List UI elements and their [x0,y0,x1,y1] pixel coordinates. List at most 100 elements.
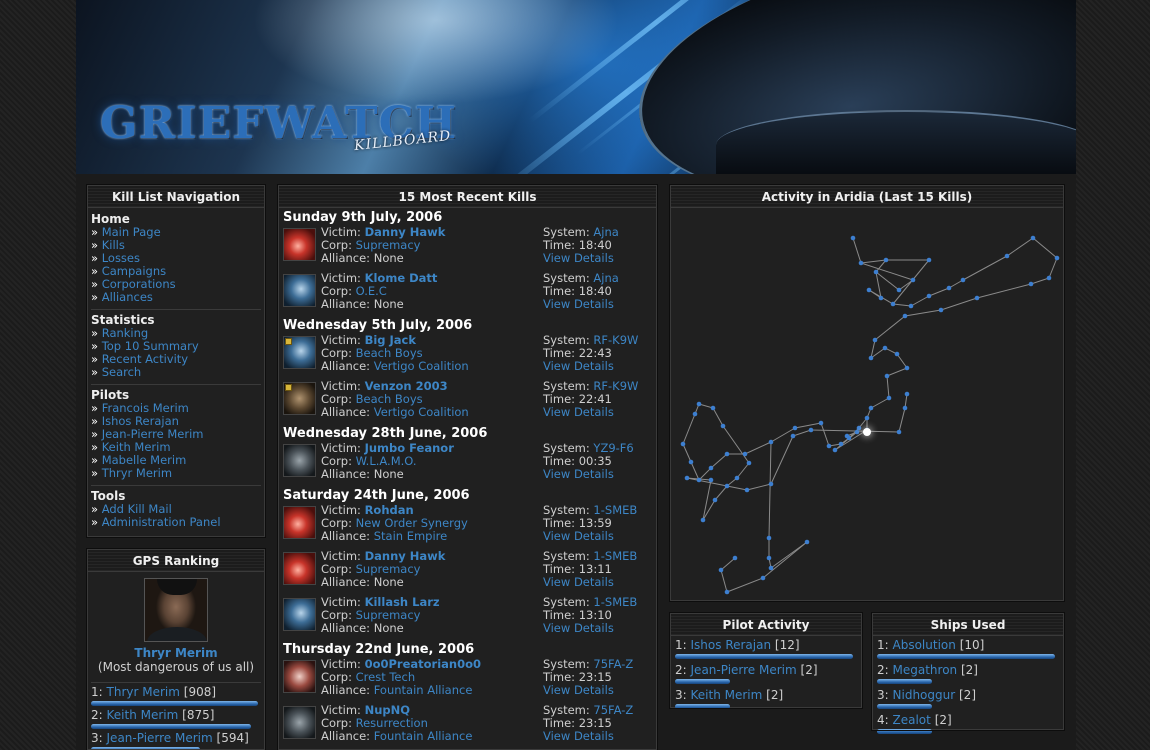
kill-system-info: System: 1-SMEB Time: 13:11 View Details [543,550,637,589]
map-jump-route [720,569,728,593]
victim-link[interactable]: 0o0Preatorian0o0 [365,657,481,671]
system-link[interactable]: 1-SMEB [593,503,637,517]
kill-row: Victim: Danny Hawk Corp: Supremacy Allianc… [283,550,652,596]
nav-link[interactable]: Ranking [102,326,149,340]
victim-link[interactable]: Rohdan [365,503,414,517]
nav-link[interactable]: Alliances [102,290,153,304]
time-label: Time: [543,608,576,622]
system-link[interactable]: Ajna [593,271,618,285]
system-link[interactable]: 1-SMEB [593,549,637,563]
view-details-link[interactable]: View Details [543,467,614,481]
view-details-link[interactable]: View Details [543,359,614,373]
nav-link[interactable]: Campaigns [102,264,166,278]
ship-thumbnail[interactable] [283,336,316,369]
corp-link[interactable]: O.E.C [356,284,387,298]
alliance-value[interactable]: Fountain Alliance [374,729,473,743]
rank-pilot-link[interactable]: Jean-Pierre Merim [107,731,213,745]
victim-link[interactable]: Jumbo Feanor [365,441,454,455]
alliance-value[interactable]: Fountain Alliance [374,683,473,697]
corp-link[interactable]: Resurrection [356,716,428,730]
ship-thumbnail[interactable] [283,274,316,307]
nav-link[interactable]: Mabelle Merim [102,453,187,467]
nav-link[interactable]: Kills [102,238,125,252]
nav-link[interactable]: Francois Merim [102,401,189,415]
system-link[interactable]: RF-K9W [593,333,638,347]
system-link[interactable]: Ajna [593,225,618,239]
victim-link[interactable]: Danny Hawk [365,549,446,563]
rank-pilot-link[interactable]: Thryr Merim [107,685,180,699]
nav-link[interactable]: Jean-Pierre Merim [102,427,204,441]
victim-link[interactable]: Danny Hawk [365,225,446,239]
kill-system-info: System: Ajna Time: 18:40 View Details [543,272,619,311]
row-link[interactable]: Zealot [893,713,931,727]
ship-thumbnail[interactable] [283,706,316,739]
alliance-label: Alliance: [321,359,371,373]
ship-thumbnail[interactable] [283,228,316,261]
view-details-link[interactable]: View Details [543,575,614,589]
map-system-dot [902,405,908,411]
row-link[interactable]: Jean-Pierre Merim [691,663,797,677]
row-position: 3: [877,688,889,702]
nav-link[interactable]: Losses [102,251,140,265]
corp-link[interactable]: Supremacy [356,608,421,622]
ship-thumbnail[interactable] [283,552,316,585]
nav-link[interactable]: Corporations [102,277,176,291]
system-link[interactable]: 75FA-Z [593,703,633,717]
map-system-dot [868,355,874,361]
map-system-dot [974,295,980,301]
row-link[interactable]: Nidhoggur [893,688,956,702]
ship-thumbnail[interactable] [283,506,316,539]
details-line: View Details [543,360,638,373]
view-details-link[interactable]: View Details [543,297,614,311]
ship-thumbnail[interactable] [283,444,316,477]
corp-link[interactable]: Supremacy [356,238,421,252]
ship-thumbnail[interactable] [283,598,316,631]
row-link[interactable]: Megathron [893,663,958,677]
nav-link[interactable]: Main Page [102,225,161,239]
row-link[interactable]: Keith Merim [691,688,763,702]
nav-link[interactable]: Add Kill Mail [102,502,172,516]
nav-link[interactable]: Administration Panel [102,515,221,529]
view-details-link[interactable]: View Details [543,251,614,265]
system-link[interactable]: 1-SMEB [593,595,637,609]
nav-link[interactable]: Top 10 Summary [102,339,199,353]
activity-map[interactable] [671,208,1063,600]
system-link[interactable]: 75FA-Z [593,657,633,671]
nav-link[interactable]: Thryr Merim [102,466,172,480]
view-details-link[interactable]: View Details [543,683,614,697]
system-link[interactable]: YZ9-F6 [593,441,633,455]
view-details-link[interactable]: View Details [543,621,614,635]
kill-victim-info: Victim: Jumbo Feanor Corp: W.L.A.M.O. Alli… [321,442,454,481]
ship-thumbnail[interactable] [283,660,316,693]
corp-link[interactable]: New Order Synergy [356,516,468,530]
corp-link[interactable]: Supremacy [356,562,421,576]
victim-link[interactable]: Venzon 2003 [365,379,448,393]
nav-link[interactable]: Keith Merim [102,440,171,454]
system-link[interactable]: RF-K9W [593,379,638,393]
map-system-dot [696,477,702,483]
victim-link[interactable]: Killash Larz [365,595,440,609]
nav-link[interactable]: Ishos Rerajan [102,414,179,428]
victim-link[interactable]: Klome Datt [365,271,438,285]
row-link[interactable]: Ishos Rerajan [691,638,772,652]
corp-link[interactable]: Beach Boys [356,346,423,360]
corp-link[interactable]: Crest Tech [356,670,416,684]
top-pilot-name[interactable]: Thryr Merim [88,646,264,660]
alliance-value[interactable]: Vertigo Coalition [374,405,469,419]
view-details-link[interactable]: View Details [543,729,614,743]
corp-link[interactable]: W.L.A.M.O. [356,454,417,468]
alliance-value[interactable]: Stain Empire [374,529,448,543]
view-details-link[interactable]: View Details [543,529,614,543]
row-link[interactable]: Absolution [893,638,956,652]
alliance-value[interactable]: Vertigo Coalition [374,359,469,373]
victim-link[interactable]: NupNQ [365,703,410,717]
nav-link[interactable]: Recent Activity [102,352,188,366]
corp-link[interactable]: Beach Boys [356,392,423,406]
nav-link[interactable]: Search [102,365,142,379]
banner-ship-hull [716,110,1076,174]
rank-pilot-link[interactable]: Keith Merim [107,708,179,722]
ship-thumbnail[interactable] [283,382,316,415]
victim-link[interactable]: Big Jack [365,333,416,347]
top-pilot-portrait[interactable] [144,578,208,642]
view-details-link[interactable]: View Details [543,405,614,419]
